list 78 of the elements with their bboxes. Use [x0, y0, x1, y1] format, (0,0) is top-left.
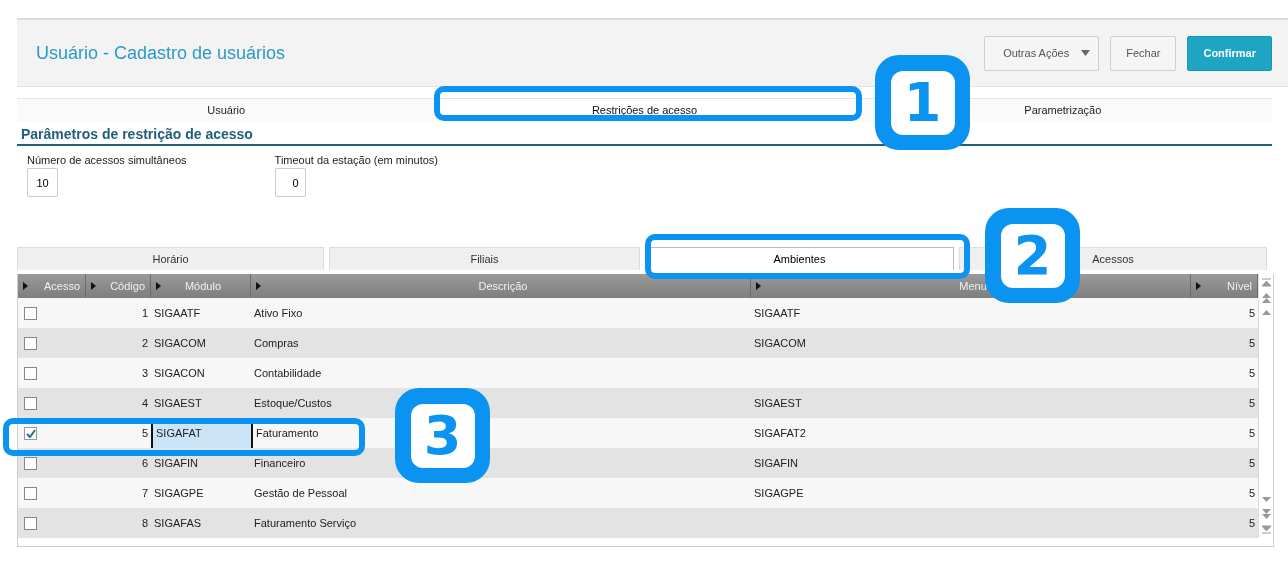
checkbox[interactable]: [24, 396, 37, 410]
table-cell: Financeiro: [254, 457, 306, 469]
sort-arrow-icon: [156, 282, 161, 290]
field-label: Timeout da estação (em minutos): [274, 154, 438, 166]
input-field[interactable]: 10: [27, 168, 58, 197]
caret-icon: [1081, 50, 1091, 56]
field-label: Número de acessos simultâneos: [27, 154, 187, 166]
table-cell: Ativo Fixo: [254, 307, 303, 319]
table-cell: SIGACOM: [754, 337, 806, 349]
sort-arrow-icon: [23, 282, 28, 290]
table-cell: 5: [1248, 457, 1255, 469]
table-row[interactable]: 1 SIGAATF Ativo Fixo SIGAATF 5: [18, 298, 1258, 328]
tab[interactable]: Usuário: [17, 99, 436, 122]
table-cell: SIGAFIN: [754, 457, 798, 469]
table-cell: SIGAATF: [754, 307, 801, 319]
table-cell: 3: [141, 367, 148, 379]
table-cell: 8: [141, 517, 148, 529]
tab[interactable]: Filiais: [329, 247, 640, 270]
table-cell: 1: [141, 307, 148, 319]
scroll-up-icon[interactable]: [1261, 309, 1271, 316]
table-cell: SIGAFAT: [156, 427, 202, 439]
checkbox[interactable]: [24, 336, 37, 350]
sort-arrow-icon: [756, 282, 761, 290]
table-cell: 5: [1248, 427, 1255, 439]
table-cell: 5: [1248, 487, 1255, 499]
sort-arrow-icon: [91, 282, 96, 290]
table-cell: Estoque/Custos: [254, 397, 332, 409]
callout-tooltip: 3: [395, 388, 490, 483]
checkbox[interactable]: [24, 366, 37, 380]
table-row[interactable]: 3 SIGACON Contabilidade 5: [18, 358, 1258, 388]
table-cell: SIGAFIN: [154, 457, 198, 469]
page-down-icon[interactable]: [1261, 508, 1271, 520]
checkbox[interactable]: [24, 306, 37, 320]
table-cell: 5: [1248, 517, 1255, 529]
table-cell: Faturamento: [256, 427, 319, 439]
table-cell: 6: [141, 457, 148, 469]
sort-arrow-icon: [256, 282, 261, 290]
table-cell: 5: [1248, 397, 1255, 409]
scrollbar[interactable]: [1258, 274, 1273, 538]
table-cell: Gestão de Pessoal: [254, 487, 347, 499]
table-cell: SIGAATF: [154, 307, 201, 319]
table-cell: SIGAEST: [754, 397, 802, 409]
table-cell: 5: [1248, 337, 1255, 349]
callout-tooltip: 2: [985, 208, 1080, 303]
table-cell: 2: [141, 337, 148, 349]
input-field[interactable]: 0: [274, 168, 306, 197]
scroll-bottom-icon[interactable]: [1261, 525, 1271, 534]
table-cell: Faturamento Serviço: [254, 517, 357, 529]
page-up-icon[interactable]: [1261, 292, 1271, 304]
table-cell: 5: [141, 427, 148, 439]
table-cell: SIGAFAT2: [754, 427, 806, 439]
callout-tooltip: 1: [875, 55, 970, 150]
table-row[interactable]: 8 SIGAFAS Faturamento Serviço 5: [18, 508, 1258, 538]
table-cell: 5: [1248, 307, 1255, 319]
sort-arrow-icon: [1196, 282, 1201, 290]
table-cell: SIGACOM: [154, 337, 206, 349]
table-cell: SIGAEST: [154, 397, 202, 409]
tab[interactable]: Horário: [17, 247, 324, 270]
table-cell: 5: [1248, 367, 1255, 379]
table-cell: SIGAGPE: [754, 487, 804, 499]
scroll-top-icon[interactable]: [1261, 278, 1271, 287]
table-row[interactable]: 2 SIGACOM Compras SIGACOM 5: [18, 328, 1258, 358]
table-cell: SIGACON: [154, 367, 205, 379]
checkbox[interactable]: [24, 516, 37, 530]
table-cell: Compras: [254, 337, 299, 349]
page-title: Usuário - Cadastro de usuários: [36, 42, 286, 64]
close-button[interactable]: Fechar: [1110, 35, 1177, 71]
table-cell: SIGAGPE: [154, 487, 204, 499]
table-row[interactable]: 7 SIGAGPE Gestão de Pessoal SIGAGPE 5: [18, 478, 1258, 508]
checkbox[interactable]: [24, 456, 37, 470]
scroll-down-icon[interactable]: [1261, 496, 1271, 503]
actions-dropdown-button[interactable]: Outras Ações: [984, 35, 1100, 71]
table-cell: Contabilidade: [254, 367, 322, 379]
table-cell: 4: [141, 397, 148, 409]
checkbox[interactable]: [24, 486, 37, 500]
table-cell: 7: [141, 487, 148, 499]
checkbox[interactable]: [24, 426, 37, 440]
table-cell: SIGAFAS: [154, 517, 202, 529]
